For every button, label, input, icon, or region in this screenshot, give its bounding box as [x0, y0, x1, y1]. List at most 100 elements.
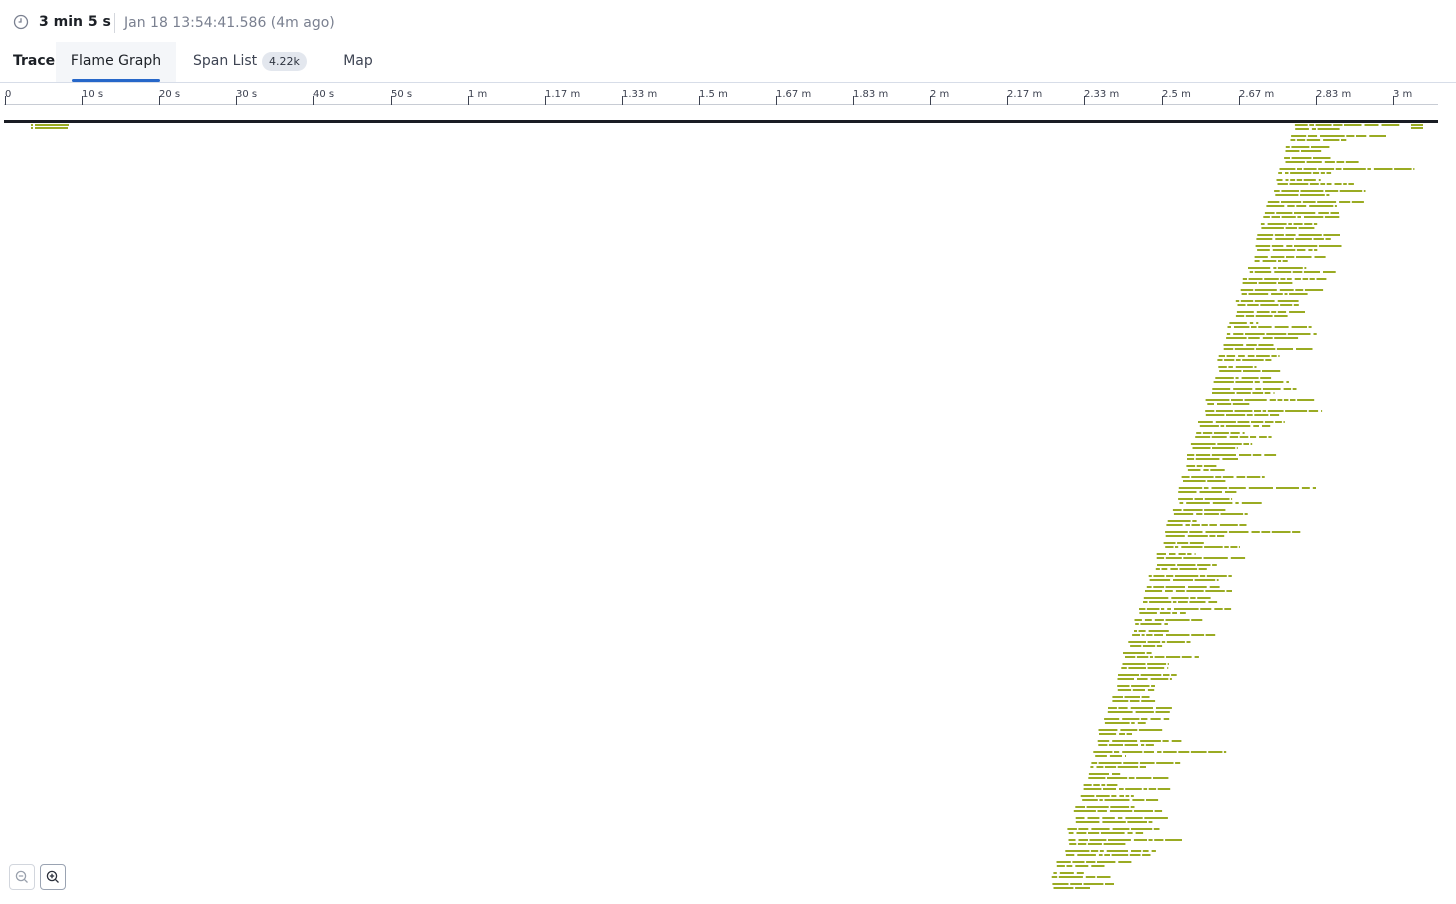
span-segment[interactable] — [1135, 832, 1144, 834]
span-segment[interactable] — [1245, 333, 1265, 335]
span-segment[interactable] — [1213, 432, 1229, 434]
span-segment[interactable] — [1258, 344, 1274, 346]
span-segment[interactable] — [1285, 161, 1305, 163]
span-segment[interactable] — [1215, 476, 1222, 478]
span-segment[interactable] — [1200, 608, 1212, 610]
span-segment[interactable] — [1212, 447, 1236, 449]
span-segment[interactable] — [1274, 190, 1280, 192]
span-segment[interactable] — [1277, 300, 1299, 302]
span-segment[interactable] — [1282, 260, 1288, 262]
span-segment[interactable] — [1148, 575, 1152, 577]
span-segment[interactable] — [1274, 326, 1289, 328]
span-segment[interactable] — [1110, 806, 1130, 808]
span-segment[interactable] — [1309, 278, 1315, 280]
span-segment[interactable] — [1117, 689, 1132, 691]
span-segment[interactable] — [1166, 656, 1181, 658]
span-segment[interactable] — [1226, 337, 1247, 339]
span-segment[interactable] — [1313, 238, 1324, 240]
span-segment[interactable] — [1264, 421, 1274, 423]
span-segment[interactable] — [1191, 619, 1203, 621]
span-segment[interactable] — [1208, 751, 1223, 753]
span-segment[interactable] — [1186, 641, 1191, 643]
span-segment[interactable] — [1291, 146, 1310, 148]
span-segment[interactable] — [1271, 216, 1281, 218]
span-segment[interactable] — [1317, 128, 1340, 130]
span-segment[interactable] — [1075, 865, 1089, 867]
span-segment[interactable] — [1254, 410, 1262, 412]
span-segment[interactable] — [1260, 223, 1265, 225]
span-segment[interactable] — [1411, 124, 1423, 126]
span-segment[interactable] — [1137, 678, 1148, 680]
span-segment[interactable] — [1096, 766, 1104, 768]
span-segment[interactable] — [1148, 788, 1157, 790]
span-segment[interactable] — [1264, 278, 1279, 280]
span-segment[interactable] — [1278, 355, 1280, 357]
span-segment[interactable] — [1309, 183, 1319, 185]
span-segment[interactable] — [1088, 832, 1100, 834]
span-segment[interactable] — [1220, 513, 1244, 515]
span-segment[interactable] — [1108, 707, 1117, 709]
span-segment[interactable] — [1065, 854, 1075, 856]
span-segment[interactable] — [1069, 843, 1077, 845]
span-segment[interactable] — [1291, 157, 1312, 159]
span-segment[interactable] — [1141, 744, 1145, 746]
span-segment[interactable] — [1185, 524, 1190, 526]
span-segment[interactable] — [31, 127, 33, 129]
span-segment[interactable] — [1161, 568, 1168, 570]
span-segment[interactable] — [1348, 183, 1354, 185]
span-segment[interactable] — [1166, 634, 1190, 636]
span-segment[interactable] — [1239, 454, 1252, 456]
span-segment[interactable] — [1117, 766, 1139, 768]
span-segment[interactable] — [1324, 216, 1340, 218]
span-segment[interactable] — [1325, 190, 1339, 192]
span-segment[interactable] — [1326, 183, 1332, 185]
span-segment[interactable] — [1156, 557, 1165, 559]
span-segment[interactable] — [1169, 553, 1176, 555]
span-segment[interactable] — [1251, 531, 1260, 533]
span-segment[interactable] — [1281, 201, 1302, 203]
span-segment[interactable] — [1165, 586, 1185, 588]
span-segment[interactable] — [1146, 608, 1160, 610]
span-segment[interactable] — [1122, 663, 1146, 665]
span-segment[interactable] — [1232, 403, 1250, 405]
span-segment[interactable] — [1248, 337, 1260, 339]
span-segment[interactable] — [1224, 546, 1229, 548]
span-segment[interactable] — [1323, 139, 1340, 141]
span-segment[interactable] — [1173, 579, 1193, 581]
span-segment[interactable] — [1109, 810, 1133, 812]
span-segment[interactable] — [1313, 223, 1318, 225]
span-segment[interactable] — [1231, 399, 1243, 401]
span-segment[interactable] — [1231, 498, 1233, 500]
span-segment[interactable] — [1075, 817, 1085, 819]
span-segment[interactable] — [1077, 843, 1087, 845]
span-segment[interactable] — [1217, 403, 1232, 405]
span-segment[interactable] — [1150, 718, 1161, 720]
span-segment[interactable] — [1343, 183, 1347, 185]
span-segment[interactable] — [1169, 678, 1172, 680]
span-segment[interactable] — [1068, 839, 1076, 841]
span-segment[interactable] — [1155, 568, 1160, 570]
span-segment[interactable] — [1226, 355, 1236, 357]
span-segment[interactable] — [1296, 139, 1306, 141]
span-segment[interactable] — [1308, 410, 1319, 412]
span-segment[interactable] — [1075, 821, 1100, 823]
span-segment[interactable] — [1289, 293, 1308, 295]
span-segment[interactable] — [1316, 278, 1327, 280]
span-segment[interactable] — [1117, 817, 1123, 819]
span-segment[interactable] — [1143, 751, 1154, 753]
span-segment[interactable] — [1189, 601, 1206, 603]
span-segment[interactable] — [1112, 700, 1129, 702]
span-segment[interactable] — [1172, 612, 1177, 614]
span-segment[interactable] — [1097, 861, 1116, 863]
span-segment[interactable] — [1136, 656, 1149, 658]
span-segment[interactable] — [1251, 421, 1264, 423]
span-segment[interactable] — [1364, 124, 1379, 126]
span-segment[interactable] — [1198, 568, 1207, 570]
span-segment[interactable] — [1207, 480, 1226, 482]
span-segment[interactable] — [1286, 245, 1293, 247]
span-segment[interactable] — [1210, 469, 1225, 471]
span-segment[interactable] — [1130, 806, 1135, 808]
span-segment[interactable] — [1269, 399, 1276, 401]
span-segment[interactable] — [1381, 124, 1400, 126]
span-segment[interactable] — [1288, 223, 1292, 225]
